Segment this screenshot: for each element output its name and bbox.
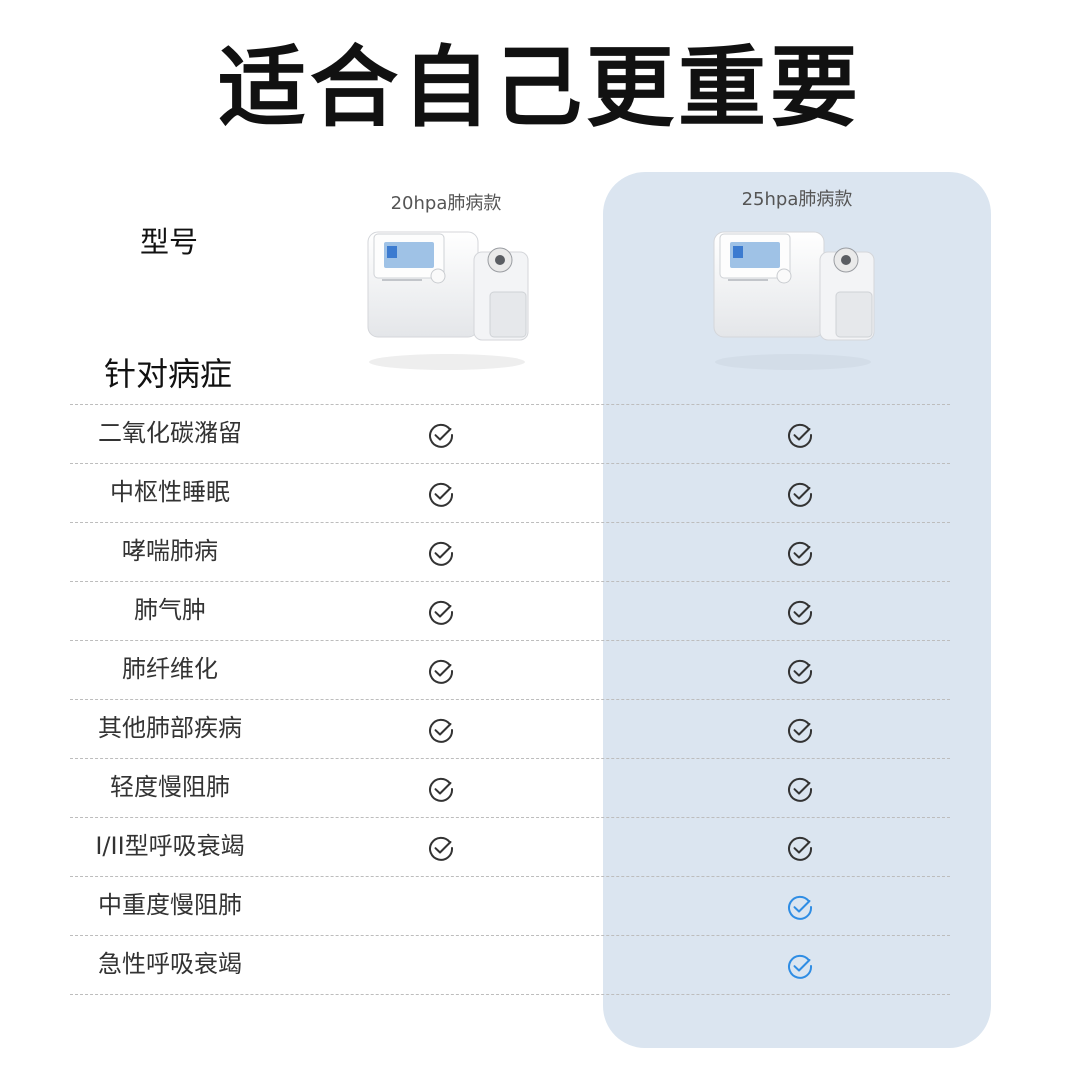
disease-name: 肺纤维化	[122, 655, 218, 683]
model-name-25hpa: 25hpa肺病款	[741, 189, 853, 210]
check-circle-icon	[428, 481, 454, 507]
check-circle-icon	[428, 658, 454, 684]
check-circle-icon	[428, 776, 454, 802]
comparison-table: 二氧化碳潴留 中枢性睡眠哮喘肺病肺气肿肺纤维化其他肺部疾病 轻度慢阻肺 I/II型呼吸…	[70, 404, 950, 995]
table-row: 肺气肿	[70, 582, 950, 641]
disease-name: I/II型呼吸衰竭	[95, 832, 245, 860]
disease-name: 其他肺部疾病	[98, 714, 242, 742]
model-label: 型号	[140, 225, 199, 259]
device-25hpa-image	[713, 231, 875, 370]
disease-name: 中重度慢阻肺	[98, 891, 242, 919]
check-circle-icon	[787, 481, 813, 507]
check-circle-icon	[787, 540, 813, 566]
check-circle-icon	[428, 422, 454, 448]
check-circle-icon	[787, 894, 813, 920]
table-row: 肺纤维化	[70, 641, 950, 700]
disease-name: 肺气肿	[134, 596, 206, 624]
check-circle-icon	[787, 599, 813, 625]
table-row: 中枢性睡眠	[70, 464, 950, 523]
check-circle-icon	[787, 953, 813, 979]
check-circle-icon	[787, 422, 813, 448]
table-row: 轻度慢阻肺	[70, 759, 950, 818]
table-row: 其他肺部疾病	[70, 700, 950, 759]
check-circle-icon	[787, 717, 813, 743]
table-row: 急性呼吸衰竭	[70, 936, 950, 995]
device-20hpa-image	[367, 231, 529, 370]
disease-name: 哮喘肺病	[122, 537, 218, 565]
check-circle-icon	[787, 658, 813, 684]
table-row: I/II型呼吸衰竭	[70, 818, 950, 877]
disease-name: 轻度慢阻肺	[110, 773, 230, 801]
table-row: 二氧化碳潴留	[70, 405, 950, 464]
table-row: 哮喘肺病	[70, 523, 950, 582]
page-title: 适合自己更重要	[217, 36, 862, 139]
check-circle-icon	[428, 599, 454, 625]
model-name-20hpa: 20hpa肺病款	[390, 193, 502, 214]
table-row: 中重度慢阻肺	[70, 877, 950, 936]
check-circle-icon	[428, 717, 454, 743]
check-circle-icon	[428, 835, 454, 861]
disease-name: 急性呼吸衰竭	[98, 950, 242, 978]
disease-name: 中枢性睡眠	[110, 478, 230, 506]
check-circle-icon	[428, 540, 454, 566]
check-circle-icon	[787, 776, 813, 802]
disease-name: 二氧化碳潴留	[98, 419, 242, 447]
target-disease-label: 针对病症	[104, 355, 233, 393]
check-circle-icon	[787, 835, 813, 861]
